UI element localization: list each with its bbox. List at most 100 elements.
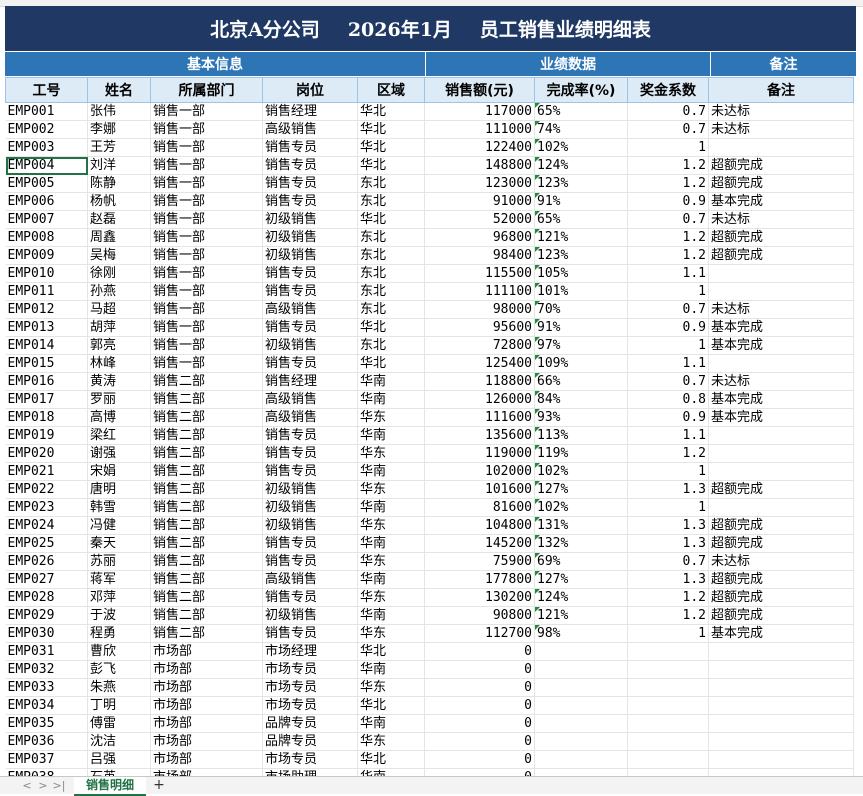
cell-region[interactable]: 华南: [357, 660, 425, 679]
cell-note[interactable]: 超额完成: [708, 588, 854, 607]
cell-note[interactable]: 基本完成: [708, 318, 854, 337]
cell-name[interactable]: 韩雪: [87, 498, 151, 517]
cell-rate[interactable]: 91%: [534, 318, 628, 337]
cell-note[interactable]: 超额完成: [708, 516, 854, 535]
cell-note[interactable]: 未达标: [708, 210, 854, 229]
cell-sales[interactable]: 111100: [424, 282, 535, 301]
cell-id[interactable]: EMP004: [5, 156, 88, 175]
cell-id[interactable]: EMP030: [5, 624, 88, 643]
cell-sales[interactable]: 75900: [424, 552, 535, 571]
cell-dept[interactable]: 市场部: [150, 714, 263, 733]
cell-dept[interactable]: 销售二部: [150, 390, 263, 409]
cell-bonus[interactable]: [627, 714, 709, 733]
cell-bonus[interactable]: 1.1: [627, 264, 709, 283]
cell-id[interactable]: EMP023: [5, 498, 88, 517]
cell-bonus[interactable]: 1.3: [627, 534, 709, 553]
cell-dept[interactable]: 销售一部: [150, 174, 263, 193]
cell-region[interactable]: 华东: [357, 444, 425, 463]
cell-rate[interactable]: [534, 660, 628, 679]
cell-position[interactable]: 销售专员: [262, 264, 358, 283]
cell-region[interactable]: 华东: [357, 732, 425, 751]
cell-sales[interactable]: 112700: [424, 624, 535, 643]
cell-region[interactable]: 东北: [357, 300, 425, 319]
cell-id[interactable]: EMP007: [5, 210, 88, 229]
cell-note[interactable]: 超额完成: [708, 570, 854, 589]
cell-rate[interactable]: 102%: [534, 462, 628, 481]
cell-sales[interactable]: 98400: [424, 246, 535, 265]
cell-region[interactable]: 华南: [357, 768, 425, 776]
cell-sales[interactable]: 177800: [424, 570, 535, 589]
cell-region[interactable]: 东北: [357, 264, 425, 283]
cell-sales[interactable]: 115500: [424, 264, 535, 283]
cell-bonus[interactable]: 1: [627, 138, 709, 157]
cell-rate[interactable]: 124%: [534, 156, 628, 175]
cell-position[interactable]: 高级销售: [262, 300, 358, 319]
cell-name[interactable]: 谢强: [87, 444, 151, 463]
cell-bonus[interactable]: 0.7: [627, 102, 709, 121]
cell-dept[interactable]: 销售一部: [150, 318, 263, 337]
cell-dept[interactable]: 销售二部: [150, 408, 263, 427]
cell-region[interactable]: 东北: [357, 228, 425, 247]
cell-sales[interactable]: 0: [424, 768, 535, 776]
cell-sales[interactable]: 111600: [424, 408, 535, 427]
scroll-next-sheet-icon[interactable]: >: [36, 777, 50, 794]
cell-position[interactable]: 品牌专员: [262, 714, 358, 733]
cell-position[interactable]: 市场经理: [262, 642, 358, 661]
cell-name[interactable]: 周鑫: [87, 228, 151, 247]
cell-name[interactable]: 蒋军: [87, 570, 151, 589]
cell-sales[interactable]: 125400: [424, 354, 535, 373]
cell-rate[interactable]: [534, 642, 628, 661]
cell-name[interactable]: 郭亮: [87, 336, 151, 355]
cell-name[interactable]: 宋娟: [87, 462, 151, 481]
cell-name[interactable]: 吴梅: [87, 246, 151, 265]
cell-rate[interactable]: 102%: [534, 498, 628, 517]
cell-note[interactable]: 未达标: [708, 552, 854, 571]
cell-sales[interactable]: 0: [424, 714, 535, 733]
cell-dept[interactable]: 销售一部: [150, 156, 263, 175]
cell-id[interactable]: EMP032: [5, 660, 88, 679]
sheet-tab-sales-detail[interactable]: 销售明细: [74, 777, 147, 796]
cell-note[interactable]: [708, 264, 854, 283]
cell-rate[interactable]: 121%: [534, 228, 628, 247]
cell-id[interactable]: EMP026: [5, 552, 88, 571]
cell-sales[interactable]: 145200: [424, 534, 535, 553]
cell-name[interactable]: 吕强: [87, 750, 151, 769]
cell-id[interactable]: EMP008: [5, 228, 88, 247]
cell-note[interactable]: [708, 750, 854, 769]
cell-name[interactable]: 王芳: [87, 138, 151, 157]
cell-position[interactable]: 销售专员: [262, 426, 358, 445]
cell-position[interactable]: 销售专员: [262, 624, 358, 643]
cell-sales[interactable]: 101600: [424, 480, 535, 499]
cell-position[interactable]: 销售专员: [262, 462, 358, 481]
cell-name[interactable]: 彭飞: [87, 660, 151, 679]
scroll-last-sheet-icon[interactable]: >|: [52, 777, 66, 794]
cell-id[interactable]: EMP012: [5, 300, 88, 319]
col-header-note[interactable]: 备注: [708, 77, 854, 103]
cell-name[interactable]: 苏丽: [87, 552, 151, 571]
cell-name[interactable]: 冯健: [87, 516, 151, 535]
col-header-rate[interactable]: 完成率(%): [534, 77, 628, 103]
cell-bonus[interactable]: [627, 642, 709, 661]
cell-dept[interactable]: 销售二部: [150, 516, 263, 535]
cell-dept[interactable]: 销售一部: [150, 192, 263, 211]
cell-rate[interactable]: 101%: [534, 282, 628, 301]
cell-bonus[interactable]: 1: [627, 282, 709, 301]
cell-region[interactable]: 东北: [357, 282, 425, 301]
cell-id[interactable]: EMP009: [5, 246, 88, 265]
cell-id[interactable]: EMP038: [5, 768, 88, 776]
scroll-prev-sheet-icon[interactable]: <: [20, 777, 34, 794]
cell-note[interactable]: [708, 696, 854, 715]
cell-region[interactable]: 华北: [357, 120, 425, 139]
cell-dept[interactable]: 销售一部: [150, 102, 263, 121]
cell-position[interactable]: 初级销售: [262, 228, 358, 247]
cell-region[interactable]: 华东: [357, 678, 425, 697]
cell-dept[interactable]: 市场部: [150, 642, 263, 661]
cell-position[interactable]: 销售专员: [262, 444, 358, 463]
cell-note[interactable]: 基本完成: [708, 192, 854, 211]
cell-id[interactable]: EMP021: [5, 462, 88, 481]
cell-rate[interactable]: 132%: [534, 534, 628, 553]
cell-dept[interactable]: 销售二部: [150, 624, 263, 643]
cell-sales[interactable]: 52000: [424, 210, 535, 229]
cell-sales[interactable]: 117000: [424, 102, 535, 121]
cell-position[interactable]: 初级销售: [262, 516, 358, 535]
